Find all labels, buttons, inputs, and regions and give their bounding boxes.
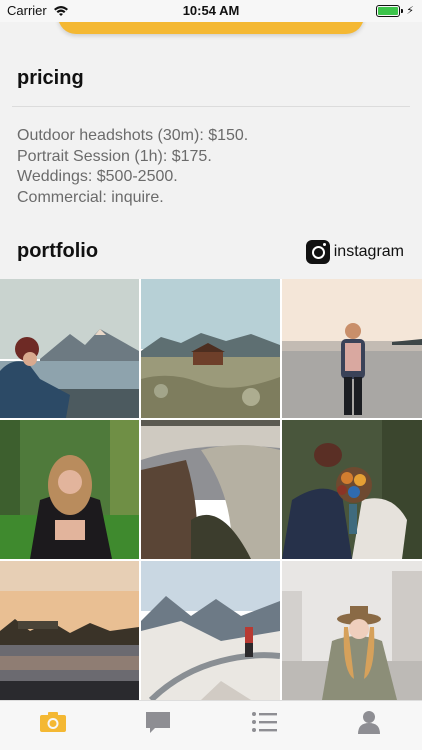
profile-icon bbox=[358, 711, 381, 734]
photo-canyon-valley[interactable] bbox=[141, 420, 280, 559]
tab-profile[interactable] bbox=[317, 701, 422, 750]
instagram-link[interactable]: instagram bbox=[305, 240, 404, 264]
pricing-title: pricing bbox=[17, 67, 84, 89]
pricing-line: Commercial: inquire. bbox=[17, 188, 164, 206]
list-icon bbox=[251, 712, 277, 732]
photo-desert-cabin[interactable] bbox=[141, 279, 280, 418]
portfolio-grid bbox=[0, 279, 422, 700]
instagram-label: instagram bbox=[333, 243, 404, 260]
pricing-divider bbox=[12, 106, 410, 107]
pricing-list: Outdoor headshots (30m): $150. Portrait … bbox=[17, 126, 248, 208]
photo-river-bridge-sunset[interactable] bbox=[0, 561, 139, 700]
tab-bar bbox=[0, 700, 422, 750]
photo-woman-with-hat-city[interactable] bbox=[282, 561, 422, 700]
portfolio-title: portfolio bbox=[17, 240, 99, 262]
pricing-line: Outdoor headshots (30m): $150. bbox=[17, 127, 249, 144]
photo-woman-at-beach[interactable] bbox=[282, 279, 422, 418]
photo-snowy-mountain-road[interactable] bbox=[141, 561, 280, 700]
photo-woman-in-forest[interactable] bbox=[0, 420, 139, 559]
status-battery-area: ⚡ bbox=[376, 4, 414, 17]
charging-bolt-icon: ⚡ bbox=[406, 5, 414, 17]
tab-camera[interactable] bbox=[0, 701, 106, 750]
pricing-line: Portrait Session (1h): $175. bbox=[17, 147, 212, 165]
chat-bubble-icon bbox=[146, 712, 171, 733]
pricing-line: Weddings: $500-2500. bbox=[17, 168, 178, 185]
photo-mountain-lake-hiker[interactable] bbox=[0, 279, 139, 418]
battery-icon bbox=[376, 4, 404, 17]
status-time: 10:54 AM bbox=[182, 3, 240, 18]
camera-icon bbox=[39, 712, 66, 732]
photo-couple-with-bouquet[interactable] bbox=[282, 420, 422, 559]
tab-list[interactable] bbox=[211, 701, 317, 750]
status-bar: Carrier 10:54 AM ⚡ bbox=[0, 0, 422, 22]
tab-messages[interactable] bbox=[106, 701, 212, 750]
instagram-icon bbox=[305, 240, 330, 264]
